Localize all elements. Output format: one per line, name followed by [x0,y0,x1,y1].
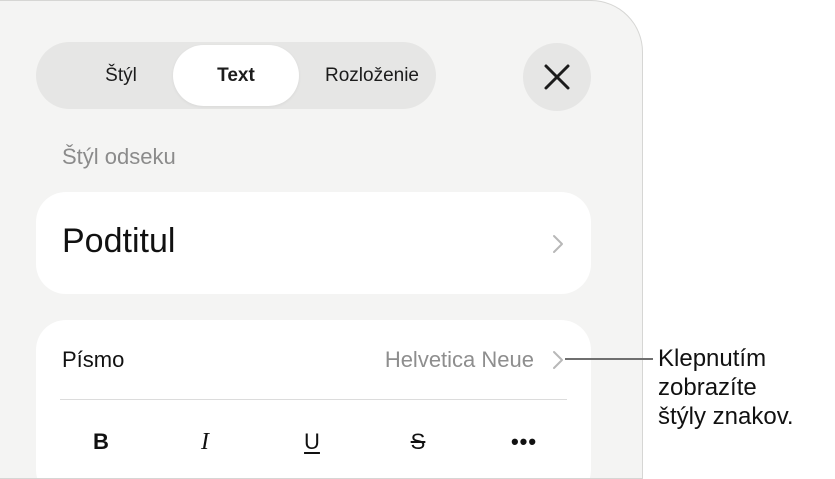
tab-text[interactable]: Text [173,45,299,106]
paragraph-style-row[interactable]: Podtitul [36,192,591,294]
bold-button[interactable]: B [71,422,131,462]
font-value: Helvetica Neue [384,347,534,372]
section-label: Štýl odseku [62,144,176,169]
callout-line: Klepnutím [658,345,767,372]
callout-line: zobrazíte [658,374,757,401]
close-icon [544,64,570,90]
format-panel: Štýl Text Rozloženie Štýl odseku Podtitu… [0,0,643,479]
tab-rozlozenie[interactable]: Rozloženie [312,42,432,109]
paragraph-style-value: Podtitul [62,222,176,260]
divider [60,399,567,400]
callout-leader-line [565,358,653,360]
callout-text: Klepnutím zobrazíte štýly znakov. [658,344,794,431]
italic-button[interactable]: I [175,422,235,462]
tab-segmented-control: Štýl Text Rozloženie [36,42,436,109]
tab-styl[interactable]: Štýl [56,42,186,109]
underline-button[interactable]: U [282,422,342,462]
font-card: Písmo Helvetica Neue B I U S ••• [36,320,591,478]
font-row[interactable]: Písmo Helvetica Neue [36,320,591,400]
callout-line: štýly znakov. [658,403,794,430]
strikethrough-button[interactable]: S [388,422,448,462]
chevron-right-icon [553,235,563,253]
chevron-right-icon [553,351,563,369]
more-options-button[interactable]: ••• [494,422,554,462]
close-button[interactable] [523,43,591,111]
font-label: Písmo [62,347,125,372]
